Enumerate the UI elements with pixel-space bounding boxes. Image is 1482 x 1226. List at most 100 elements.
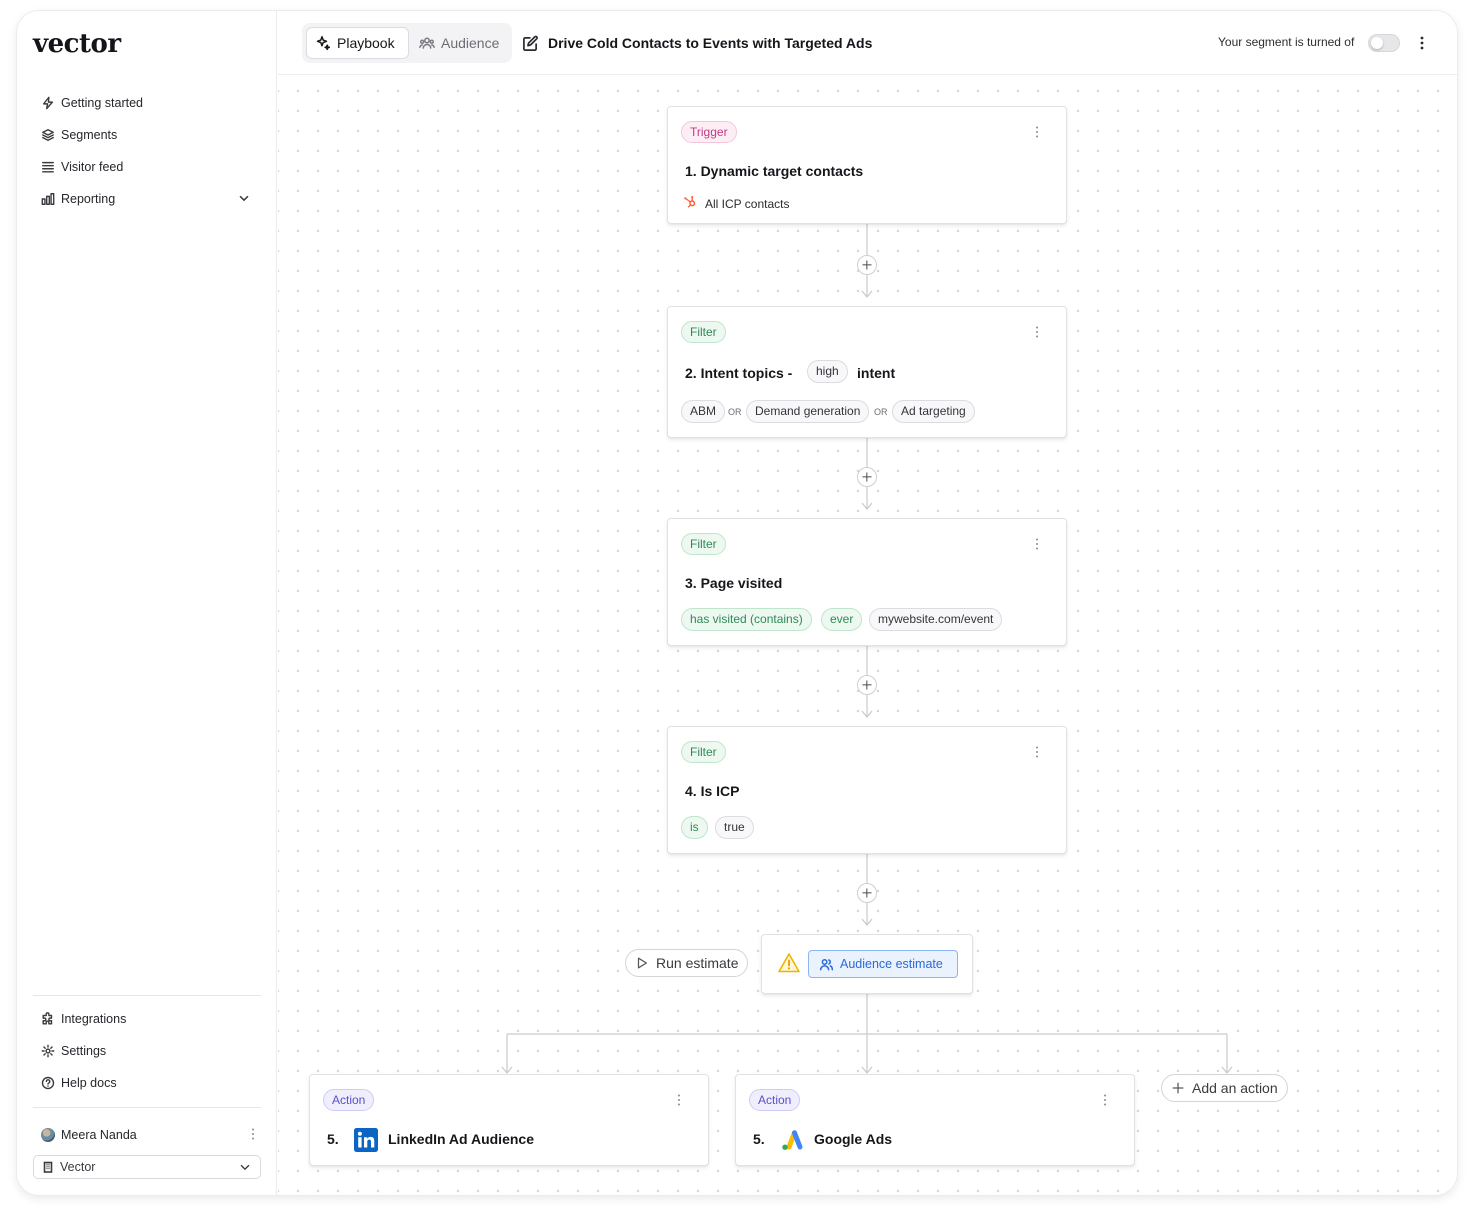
- topic-chip[interactable]: Demand generation: [746, 400, 870, 423]
- sidebar-item-integrations[interactable]: Integrations: [41, 1007, 126, 1031]
- node-title: 3. Page visited: [685, 575, 783, 591]
- more-vertical-icon[interactable]: [672, 1093, 686, 1107]
- more-vertical-icon[interactable]: [1412, 33, 1432, 53]
- view-switcher: Playbook Audience: [302, 23, 512, 63]
- more-vertical-icon[interactable]: [1030, 325, 1044, 339]
- add-step-button[interactable]: [857, 675, 877, 695]
- user-name: Meera Nanda: [61, 1128, 137, 1142]
- add-action-button[interactable]: Add an action: [1161, 1074, 1288, 1102]
- app-window: vector Getting started Segments Visitor …: [17, 11, 1457, 1195]
- action-badge: Action: [323, 1089, 375, 1111]
- segment-toggle[interactable]: [1368, 34, 1400, 52]
- vector-logo[interactable]: vector: [33, 29, 121, 59]
- more-vertical-icon[interactable]: [1030, 745, 1044, 759]
- more-vertical-icon[interactable]: [1030, 537, 1044, 551]
- playbook-canvas[interactable]: Trigger 1. Dynamic target contacts All I…: [278, 76, 1457, 1195]
- filter-badge: Filter: [681, 321, 726, 343]
- action-step-number: 5.: [327, 1131, 339, 1147]
- sidebar-item-getting-started[interactable]: Getting started: [41, 91, 143, 115]
- topic-chip[interactable]: Ad targeting: [892, 400, 975, 423]
- node-title: 1. Dynamic target contacts: [685, 163, 864, 179]
- sidebar-item-visitor-feed[interactable]: Visitor feed: [41, 155, 123, 179]
- sidebar-item-label: Getting started: [61, 96, 143, 110]
- condition-chip[interactable]: has visited (contains): [681, 608, 812, 631]
- node-title: 2. Intent topics -: [685, 365, 793, 381]
- run-estimate-button[interactable]: Run estimate: [625, 949, 749, 977]
- or-separator: OR: [728, 407, 742, 417]
- play-icon: [637, 957, 647, 969]
- topic-chip[interactable]: ABM: [681, 400, 726, 423]
- action-badge: Action: [749, 1089, 801, 1111]
- tab-label: Playbook: [337, 35, 395, 51]
- gear-icon: [41, 1044, 55, 1058]
- edit-icon[interactable]: [522, 35, 539, 52]
- trigger-badge: Trigger: [681, 121, 737, 143]
- action-node-google-ads[interactable]: Action 5. Google Ads: [735, 1074, 1135, 1166]
- sidebar: vector Getting started Segments Visitor …: [17, 11, 277, 1195]
- chevron-down-icon[interactable]: [237, 191, 251, 205]
- trigger-node[interactable]: Trigger 1. Dynamic target contacts All I…: [667, 106, 1067, 224]
- workspace-select[interactable]: Vector: [33, 1155, 261, 1179]
- audience-estimate-button[interactable]: Audience estimate: [808, 950, 958, 978]
- users-icon: [819, 958, 834, 970]
- sidebar-item-label: Settings: [61, 1044, 107, 1058]
- sidebar-item-segments[interactable]: Segments: [41, 123, 117, 147]
- avatar: [41, 1128, 55, 1142]
- users-icon: [419, 37, 435, 49]
- user-profile[interactable]: Meera Nanda: [41, 1123, 261, 1147]
- or-separator: OR: [874, 407, 888, 417]
- sidebar-item-help-docs[interactable]: Help docs: [41, 1071, 117, 1095]
- action-step-number: 5.: [753, 1131, 765, 1147]
- bar-chart-icon: [41, 193, 55, 205]
- node-title: 4. Is ICP: [685, 783, 740, 799]
- add-step-button[interactable]: [857, 467, 877, 487]
- node-title-suffix: intent: [857, 365, 896, 381]
- lightning-icon: [42, 96, 54, 110]
- workspace-name: Vector: [60, 1160, 96, 1174]
- sidebar-item-label: Reporting: [61, 192, 116, 206]
- page-title: Drive Cold Contacts to Events with Targe…: [548, 35, 873, 51]
- filter-node-page-visited[interactable]: Filter 3. Page visited has visited (cont…: [667, 518, 1067, 646]
- more-vertical-icon[interactable]: [251, 1127, 255, 1141]
- more-vertical-icon[interactable]: [1030, 125, 1044, 139]
- add-step-button[interactable]: [857, 883, 877, 903]
- top-bar: Playbook Audience Drive Cold Contacts to…: [278, 11, 1457, 75]
- run-estimate-label: Run estimate: [656, 955, 739, 971]
- sidebar-item-label: Integrations: [61, 1012, 127, 1026]
- layers-icon: [42, 129, 54, 141]
- sidebar-item-label: Visitor feed: [61, 160, 124, 174]
- playbook-title[interactable]: Drive Cold Contacts to Events with Targe…: [522, 31, 872, 55]
- value-chip[interactable]: true: [715, 816, 754, 839]
- help-circle-icon: [41, 1076, 55, 1090]
- sidebar-item-settings[interactable]: Settings: [41, 1039, 106, 1063]
- sidebar-item-label: Help docs: [61, 1076, 117, 1090]
- operator-chip[interactable]: is: [681, 816, 708, 839]
- sidebar-item-reporting[interactable]: Reporting: [41, 187, 115, 211]
- intent-level-chip[interactable]: high: [807, 360, 848, 383]
- url-chip[interactable]: mywebsite.com/event: [869, 608, 1003, 631]
- tab-audience[interactable]: Audience: [411, 27, 509, 59]
- tab-label: Audience: [441, 35, 500, 51]
- frequency-chip[interactable]: ever: [821, 608, 863, 631]
- action-name: LinkedIn Ad Audience: [388, 1131, 534, 1147]
- building-icon: [43, 1161, 53, 1173]
- action-node-linkedin[interactable]: Action 5. LinkedIn Ad Audience: [309, 1074, 709, 1166]
- sidebar-item-label: Segments: [61, 128, 118, 142]
- filter-badge: Filter: [681, 741, 726, 763]
- linkedin-icon: [354, 1128, 378, 1152]
- action-name: Google Ads: [814, 1131, 893, 1147]
- filter-node-intent[interactable]: Filter 2. Intent topics - high intent AB…: [667, 306, 1067, 438]
- add-action-label: Add an action: [1192, 1080, 1278, 1096]
- add-step-button[interactable]: [857, 255, 877, 275]
- plus-icon: [1172, 1082, 1184, 1094]
- sparkle-icon: [316, 36, 331, 51]
- filter-node-is-icp[interactable]: Filter 4. Is ICP is true: [667, 726, 1067, 854]
- more-vertical-icon[interactable]: [1098, 1093, 1112, 1107]
- trigger-source: All ICP contacts: [705, 197, 790, 211]
- estimate-node: Audience estimate: [761, 934, 973, 994]
- chevron-down-icon: [240, 1164, 250, 1171]
- tab-playbook[interactable]: Playbook: [306, 27, 409, 59]
- audience-estimate-label: Audience estimate: [840, 957, 943, 971]
- puzzle-icon: [42, 1012, 53, 1025]
- feed-list-icon: [42, 161, 54, 173]
